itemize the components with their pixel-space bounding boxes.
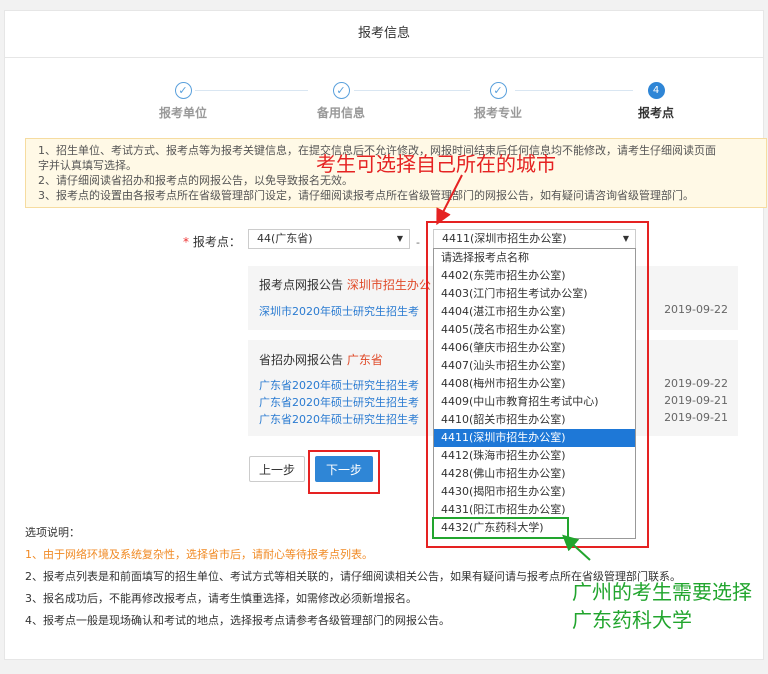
check-icon: ✓ [174, 82, 192, 99]
step-2: ✓ 备用信息 [291, 82, 391, 121]
check-icon: ✓ [332, 82, 350, 99]
site-announcement-title: 报考点网报公告 深圳市招生办公 [259, 276, 431, 293]
province-select-value: 44(广东省) [257, 232, 313, 245]
province-announcement-source: 广东省 [346, 353, 383, 367]
annotation-red-box [426, 221, 649, 548]
announcement-link[interactable]: 深圳市2020年硕士研究生招生考 [259, 303, 419, 319]
notice-line: 3、报考点的设置由各报考点所在省级管理部门设定，请仔细阅读报考点所在省级管理部门… [38, 189, 694, 202]
note-item: 3、报名成功后，不能再修改报考点，请考生慎重选择，如需修改必须新增报名。 [25, 592, 417, 605]
page-title: 报考信息 [5, 11, 763, 58]
site-label-text: 报考点： [192, 235, 241, 249]
step-label: 报考单位 [158, 106, 207, 120]
step-3: ✓ 报考专业 [448, 82, 548, 121]
annotation-red-box-next [308, 450, 380, 494]
announcement-link[interactable]: 广东省2020年硕士研究生招生考 [259, 394, 419, 410]
annotation-green-text: 广州的考生需要选择广东药科大学 [572, 580, 752, 632]
site-announcement-heading: 报考点网报公告 [259, 278, 344, 292]
announcement-date: 2019-09-22 [664, 303, 728, 316]
announcement-date: 2019-09-21 [664, 411, 728, 424]
dropdown-arrow-icon: ▼ [396, 234, 403, 243]
required-mark: * [183, 235, 189, 249]
prev-button[interactable]: 上一步 [249, 456, 305, 482]
province-announcement-title: 省招办网报公告 广东省 [259, 351, 383, 368]
step-number-icon: 4 [647, 82, 665, 99]
step-label: 备用信息 [316, 106, 365, 120]
announcement-link[interactable]: 广东省2020年硕士研究生招生考 [259, 377, 419, 393]
step-1: ✓ 报考单位 [133, 82, 233, 121]
separator: - [416, 236, 420, 249]
annotation-red-text: 考生可选择自己所在的城市 [316, 152, 556, 176]
note-item: 1、由于网络环境及系统复杂性，选择省市后，请耐心等待报考点列表。 [25, 548, 373, 561]
check-icon: ✓ [489, 82, 507, 99]
site-label: * 报考点： [183, 233, 241, 250]
step-label: 报考专业 [473, 106, 522, 120]
annotation-green-box [432, 517, 569, 539]
province-announcement-heading: 省招办网报公告 [259, 353, 344, 367]
announcement-link[interactable]: 广东省2020年硕士研究生招生考 [259, 411, 419, 427]
announcement-date: 2019-09-21 [664, 394, 728, 407]
note-item: 4、报考点一般是现场确认和考试的地点，选择报考点请参考各级管理部门的网报公告。 [25, 614, 450, 627]
step-4: 4 报考点 [606, 82, 706, 121]
announcement-date: 2019-09-22 [664, 377, 728, 390]
step-indicator: ✓ 报考单位 ✓ 备用信息 ✓ 报考专业 4 报考点 [0, 82, 768, 122]
step-label: 报考点 [637, 106, 674, 120]
province-select[interactable]: 44(广东省) ▼ [248, 229, 410, 249]
notes-title: 选项说明： [25, 526, 80, 539]
site-announcement-source: 深圳市招生办公 [346, 278, 431, 292]
